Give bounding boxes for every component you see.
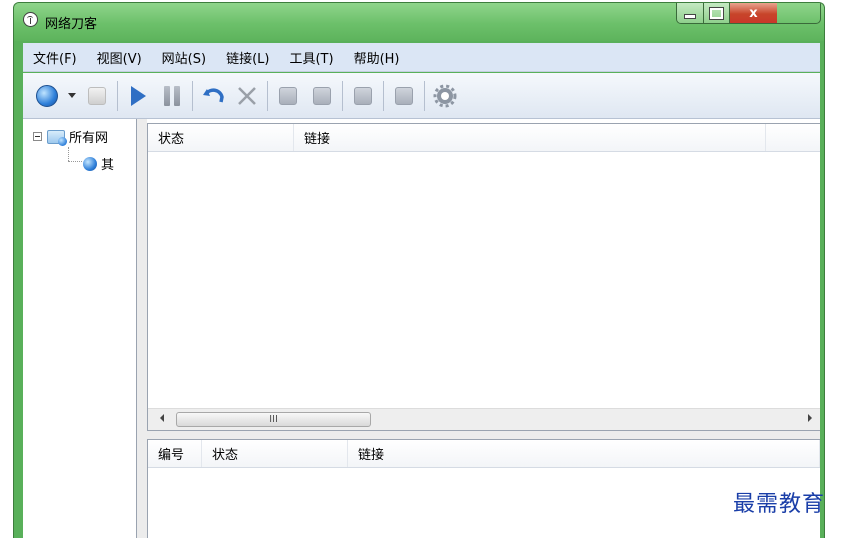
- minimize-icon: [684, 14, 696, 19]
- undo-icon: [203, 87, 224, 102]
- undo-button[interactable]: [201, 84, 225, 108]
- toolbar-separator: [383, 80, 384, 111]
- window-title: 网络刀客: [45, 17, 98, 32]
- globe-icon: [36, 84, 58, 107]
- links-list-header: 状态 链接: [148, 124, 820, 152]
- app-logo-icon: [23, 12, 38, 27]
- globe-icon: [83, 156, 97, 171]
- refresh-icon: [313, 86, 331, 105]
- pause-icon: [164, 85, 180, 106]
- column-header-status[interactable]: 状态: [148, 124, 294, 151]
- maximize-icon: [709, 6, 724, 20]
- settings-button[interactable]: [433, 84, 457, 108]
- refresh-button[interactable]: [310, 84, 334, 108]
- download-button[interactable]: [276, 84, 300, 108]
- remove-icon: [395, 86, 413, 105]
- start-button[interactable]: [126, 84, 150, 108]
- window-controls: x: [676, 3, 821, 24]
- new-site-button[interactable]: [35, 84, 59, 108]
- tree-connector: [68, 161, 82, 163]
- scroll-left-icon[interactable]: [160, 414, 164, 422]
- play-icon: [130, 85, 146, 106]
- site-folder-icon: [47, 129, 67, 146]
- column-header-link[interactable]: 链接: [294, 124, 766, 151]
- toolbar-separator: [267, 80, 268, 111]
- toolbar-separator: [117, 80, 118, 111]
- maximize-button[interactable]: [704, 3, 730, 23]
- pane-splitter-horizontal[interactable]: [147, 431, 820, 439]
- toolbar-separator: [424, 80, 425, 111]
- menu-link[interactable]: 链接(L): [216, 48, 279, 67]
- detail-list-header: 编号 状态 链接: [148, 440, 820, 468]
- tree-item-label: 所有网: [69, 131, 109, 146]
- scroll-right-icon[interactable]: [808, 414, 812, 422]
- tree-item-all-sites[interactable]: 所有网: [33, 127, 108, 146]
- menu-help[interactable]: 帮助(H): [344, 48, 410, 67]
- page-icon: [88, 86, 106, 105]
- stop-button[interactable]: [351, 84, 375, 108]
- close-button[interactable]: x: [730, 3, 777, 23]
- close-icon: x: [749, 5, 758, 21]
- tree-connector: [68, 147, 70, 161]
- main-content: 所有网 其 状态 链接 III 编号 状态 链接: [23, 119, 820, 538]
- title-bar[interactable]: 网络刀客 x: [14, 3, 824, 41]
- column-header-status[interactable]: 状态: [202, 440, 348, 467]
- dropdown-arrow-icon: [68, 93, 76, 98]
- minimize-button[interactable]: [677, 3, 704, 23]
- download-icon: [279, 86, 297, 105]
- horizontal-scrollbar[interactable]: III: [148, 408, 820, 430]
- column-header-number[interactable]: 编号: [148, 440, 202, 467]
- menu-bar: 文件(F) 视图(V) 网站(S) 链接(L) 工具(T) 帮助(H): [23, 43, 820, 72]
- new-site-dropdown-button[interactable]: [66, 84, 78, 108]
- links-list: 状态 链接 III: [147, 123, 820, 431]
- pause-button[interactable]: [160, 84, 184, 108]
- settings-icon: [433, 84, 457, 107]
- menu-tools[interactable]: 工具(T): [279, 48, 343, 67]
- menu-file[interactable]: 文件(F): [23, 48, 87, 67]
- scrollbar-thumb[interactable]: III: [176, 412, 371, 427]
- tree-item-label: 其: [101, 158, 115, 173]
- toolbar: [23, 73, 820, 119]
- app-window: 网络刀客 x 文件(F) 视图(V) 网站(S) 链接(L) 工具(T) 帮助(…: [13, 2, 825, 538]
- tree-item-other[interactable]: 其: [83, 154, 114, 173]
- remove-button[interactable]: [392, 84, 416, 108]
- detail-list: 编号 状态 链接: [147, 439, 820, 538]
- menu-site[interactable]: 网站(S): [152, 48, 216, 67]
- column-header-link[interactable]: 链接: [348, 440, 820, 467]
- pane-splitter-vertical[interactable]: [137, 119, 147, 538]
- toolbar-separator: [192, 80, 193, 111]
- menu-view[interactable]: 视图(V): [87, 48, 152, 67]
- site-tree: 所有网 其: [23, 119, 137, 538]
- delete-button[interactable]: [235, 84, 259, 108]
- delete-icon: [238, 86, 256, 105]
- watermark-text: 最需教育: [733, 492, 826, 517]
- collapse-icon[interactable]: [33, 132, 42, 141]
- stop-icon: [354, 86, 372, 105]
- toolbar-separator: [342, 80, 343, 111]
- page-button[interactable]: [85, 84, 109, 108]
